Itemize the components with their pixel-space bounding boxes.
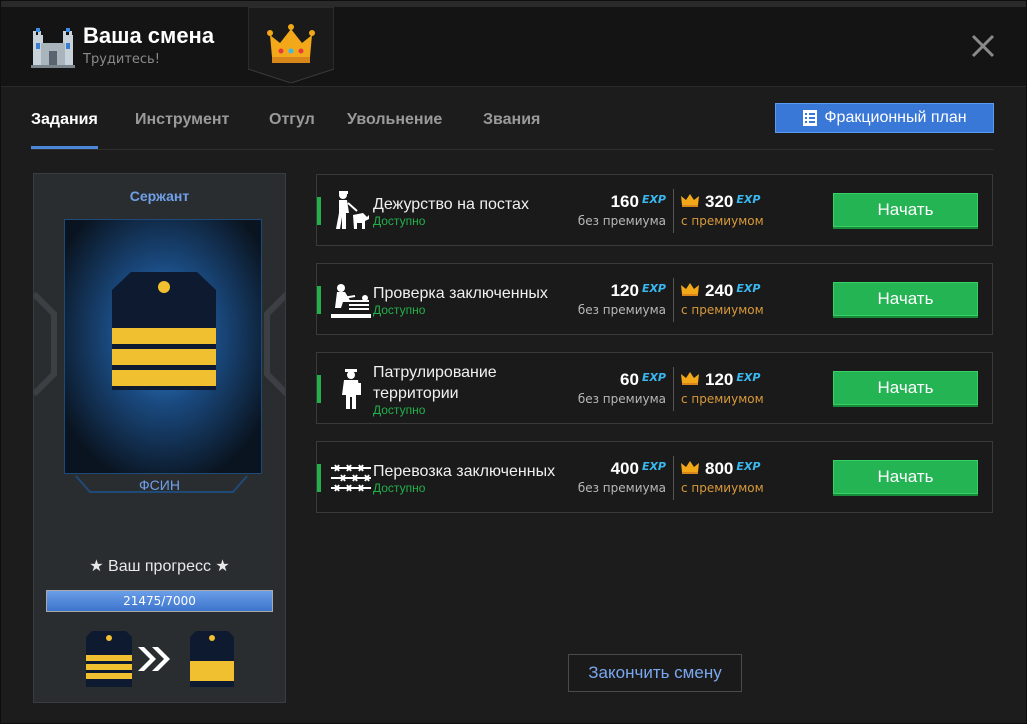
task-status: Доступно bbox=[373, 303, 426, 317]
exp-label: EXP bbox=[736, 193, 761, 206]
reward-divider bbox=[673, 367, 674, 411]
rank-upgrade-preview bbox=[34, 629, 285, 689]
exp-label: EXP bbox=[736, 371, 761, 384]
exp-label: EXP bbox=[641, 193, 666, 206]
current-rank-icon bbox=[86, 631, 132, 687]
task-row: Дежурство на постах Доступно 160 EXP без пре… bbox=[316, 174, 993, 246]
progress-text: 21475/7000 bbox=[123, 594, 196, 608]
task-name: Патрулирование территории bbox=[373, 363, 497, 402]
reward-base: 400 EXP без премиума bbox=[578, 459, 666, 495]
reward-premium: 120 EXP с премиумом bbox=[681, 370, 764, 406]
reward-premium: 800 EXP с премиумом bbox=[681, 459, 764, 495]
search-prisoner-icon bbox=[329, 278, 373, 322]
close-icon[interactable] bbox=[970, 33, 996, 59]
sergeant-shoulder-mark-icon bbox=[65, 220, 261, 473]
patrol-officer-icon bbox=[329, 367, 373, 411]
reward-premium-value: 800 bbox=[705, 459, 734, 478]
window-subtitle: Трудитесь! bbox=[83, 52, 160, 67]
tab-bar: Задания Инструмент Отгул Увольнение Зван… bbox=[31, 103, 994, 150]
start-task-button[interactable]: Начать bbox=[833, 282, 978, 316]
header: Ваша смена Трудитесь! bbox=[1, 7, 1026, 87]
crown-icon bbox=[681, 283, 699, 296]
window-title: Ваша смена bbox=[83, 23, 215, 48]
reward-premium-value: 240 bbox=[705, 281, 734, 300]
next-rank-icon bbox=[190, 631, 234, 687]
finish-shift-button[interactable]: Закончить смену bbox=[568, 654, 742, 692]
faction-plan-label: Фракционный план bbox=[824, 109, 967, 126]
task-status: Доступно bbox=[373, 402, 426, 417]
task-name: Дежурство на постах bbox=[373, 196, 529, 213]
reward-divider bbox=[673, 456, 674, 500]
task-row: Перевозка заключенных Доступно 400 EXP без п… bbox=[316, 441, 993, 513]
rank-name: Сержант bbox=[129, 188, 190, 204]
tab-tools[interactable]: Инструмент bbox=[135, 111, 229, 149]
reward-premium-label: с премиумом bbox=[681, 303, 764, 317]
task-accent bbox=[317, 197, 321, 225]
task-row: Проверка заключенных Доступно 120 EXP без пр… bbox=[316, 263, 993, 335]
reward-premium-value: 320 bbox=[705, 192, 734, 211]
reward-premium-value: 120 bbox=[705, 370, 734, 389]
task-name-block: Проверка заключенных Доступно bbox=[373, 264, 558, 336]
task-name-block: Перевозка заключенных Доступно bbox=[373, 442, 558, 514]
checklist-icon bbox=[803, 110, 818, 126]
reward-premium: 240 EXP с премиумом bbox=[681, 281, 764, 317]
exp-label: EXP bbox=[641, 460, 666, 473]
reward-base-label: без премиума bbox=[577, 481, 666, 495]
reward-premium-label: с премиумом bbox=[681, 214, 764, 228]
reward-base-label: без премиума bbox=[577, 392, 666, 406]
reward-premium: 320 EXP с премиумом bbox=[681, 192, 764, 228]
task-accent bbox=[317, 375, 321, 403]
tab-tasks[interactable]: Задания bbox=[31, 111, 98, 149]
task-status: Доступно bbox=[373, 481, 426, 495]
task-row: Патрулирование территории Доступно 60 EXP бе… bbox=[316, 352, 993, 424]
reward-base-label: без премиума bbox=[577, 303, 666, 317]
exp-label: EXP bbox=[736, 282, 761, 295]
task-accent bbox=[317, 286, 321, 314]
barbed-wire-icon bbox=[329, 456, 373, 500]
reward-base-label: без премиума bbox=[577, 214, 666, 228]
reward-base-value: 120 bbox=[610, 281, 639, 300]
start-task-button[interactable]: Начать bbox=[833, 371, 978, 405]
shift-window: Ваша смена Трудитесь! Задания Инструмент… bbox=[0, 0, 1027, 724]
start-task-button[interactable]: Начать bbox=[833, 193, 978, 227]
task-name: Перевозка заключенных bbox=[373, 463, 556, 480]
castle-icon bbox=[31, 28, 75, 68]
task-accent bbox=[317, 464, 321, 492]
start-task-button[interactable]: Начать bbox=[833, 460, 978, 494]
reward-base: 160 EXP без премиума bbox=[578, 192, 666, 228]
crown-icon bbox=[681, 194, 699, 207]
task-name: Проверка заключенных bbox=[373, 285, 548, 302]
tab-day-off[interactable]: Отгул bbox=[269, 111, 315, 149]
task-name-block: Дежурство на постах Доступно bbox=[373, 175, 558, 247]
crown-tab bbox=[248, 7, 334, 83]
reward-base-value: 400 bbox=[610, 459, 639, 478]
task-name-block: Патрулирование территории Доступно bbox=[373, 353, 558, 425]
faction-name: ФСИН bbox=[139, 477, 180, 493]
tab-resignation[interactable]: Увольнение bbox=[347, 111, 442, 149]
exp-label: EXP bbox=[736, 460, 761, 473]
crown-icon bbox=[681, 372, 699, 385]
progress-title: ★ Ваш прогресс ★ bbox=[89, 558, 230, 575]
crown-icon bbox=[681, 461, 699, 474]
rank-card bbox=[64, 219, 262, 474]
reward-premium-label: с премиумом bbox=[681, 481, 764, 495]
faction-plan-button[interactable]: Фракционный план bbox=[775, 103, 994, 133]
reward-premium-label: с премиумом bbox=[681, 392, 764, 406]
tab-ranks[interactable]: Звания bbox=[483, 111, 540, 149]
reward-divider bbox=[673, 189, 674, 233]
reward-base: 60 EXP без премиума bbox=[578, 370, 666, 406]
rank-panel: Сержант ФСИН ★ Ваш прогресс ★ 21475/7000 bbox=[33, 173, 286, 703]
task-status: Доступно bbox=[373, 214, 426, 228]
guard-dog-icon bbox=[329, 189, 373, 233]
reward-divider bbox=[673, 278, 674, 322]
reward-base-value: 60 bbox=[620, 370, 639, 389]
reward-base: 120 EXP без премиума bbox=[578, 281, 666, 317]
exp-label: EXP bbox=[641, 282, 666, 295]
progress-bar: 21475/7000 bbox=[46, 590, 273, 612]
reward-base-value: 160 bbox=[610, 192, 639, 211]
chevron-right-icon bbox=[138, 647, 170, 671]
exp-label: EXP bbox=[641, 371, 666, 384]
